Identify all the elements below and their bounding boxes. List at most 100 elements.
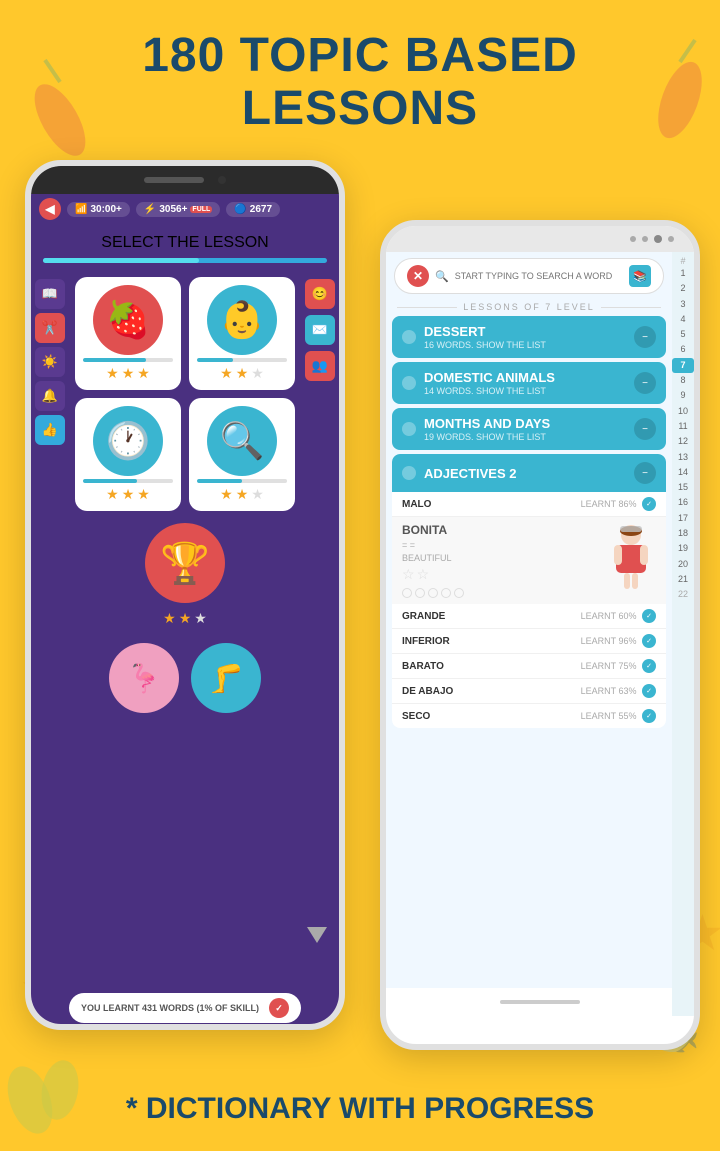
num-14[interactable]: 14 [678, 465, 688, 480]
grande-learnt: LEARNT 60% ✓ [581, 609, 656, 623]
adjectives-collapse-icon[interactable]: − [634, 462, 656, 484]
grande-circle: ✓ [642, 609, 656, 623]
num-7[interactable]: 7 [672, 358, 694, 373]
xp-value: 3056+ [159, 204, 187, 215]
lesson-item-strawberry[interactable]: 🍓 ★ ★ ★ [75, 277, 181, 390]
num-21[interactable]: 21 [678, 572, 688, 587]
lesson-dot-domestic [402, 376, 416, 390]
sidebar-scissors-icon[interactable]: ✂️ [35, 313, 65, 343]
b-circle-2 [415, 588, 425, 598]
star-4-1: ★ [220, 486, 233, 503]
lesson-item-baby[interactable]: 👶 ★ ★ ★ [189, 277, 295, 390]
phone-speaker [144, 177, 204, 183]
lesson-progress-4 [197, 479, 287, 483]
num-8[interactable]: 8 [680, 373, 685, 388]
sidebar-bell-icon[interactable]: 🔔 [35, 381, 65, 411]
sidebar-face-icon[interactable]: 😊 [305, 279, 335, 309]
bonita-expanded-row[interactable]: BONITA = = BEAUTIFUL ☆ ☆ [392, 517, 666, 604]
adjectives-header-left: ADJECTIVES 2 [402, 466, 516, 481]
domestic-collapse-icon[interactable]: − [634, 372, 656, 394]
word-malo: MALO [402, 499, 431, 510]
num-19[interactable]: 19 [678, 541, 688, 556]
num-hash: # [680, 256, 685, 266]
phone-right-inner: # 1 2 3 4 5 6 7 8 9 10 11 12 13 14 15 16… [386, 252, 694, 1016]
lesson-dot-adj [402, 466, 416, 480]
lesson-icon-baby: 👶 [207, 285, 277, 355]
b-star-1: ☆ [402, 566, 415, 583]
learnt-bar-container: YOU LEARNT 431 WORDS (1% OF SKILL) ✓ [69, 993, 301, 1023]
word-row-grande[interactable]: GRANDE LEARNT 60% ✓ [392, 604, 666, 629]
flamingo-icon[interactable]: 🦩 [109, 643, 179, 713]
search-bar[interactable]: ✕ 🔍 📚 [394, 258, 664, 294]
num-2[interactable]: 2 [680, 281, 685, 296]
dessert-collapse-icon[interactable]: − [634, 326, 656, 348]
seco-learnt: LEARNT 55% ✓ [581, 709, 656, 723]
learnt-bar: YOU LEARNT 431 WORDS (1% OF SKILL) ✓ [69, 993, 301, 1023]
bonita-meaning: BEAUTIFUL [402, 553, 464, 563]
phone-right-bottom [386, 988, 694, 1016]
star-2-1: ★ [220, 365, 233, 382]
deabajo-circle: ✓ [642, 684, 656, 698]
sidebar-sun-icon[interactable]: ☀️ [35, 347, 65, 377]
lesson-list: DESSERT 16 WORDS. SHOW THE LIST − DOMEST… [386, 316, 672, 988]
learnt-text: YOU LEARNT 431 WORDS (1% OF SKILL) [81, 1003, 259, 1013]
close-button[interactable]: ✕ [407, 265, 429, 287]
search-input[interactable] [455, 271, 623, 281]
num-11[interactable]: 11 [678, 419, 687, 434]
dessert-sub: 16 WORDS. SHOW THE LIST [424, 340, 546, 350]
left-sidebar: 📖 ✂️ ☀️ 🔔 👍 [31, 271, 69, 453]
phone-left-inner: 📖 ✂️ ☀️ 🔔 👍 😊 ✉️ 👥 🍓 ★ ★ ★ [31, 271, 339, 1030]
notch-dot-3 [668, 236, 674, 242]
lesson-item-search[interactable]: 🔍 ★ ★ ★ [189, 398, 295, 511]
num-20[interactable]: 20 [678, 557, 688, 572]
sidebar-book-icon[interactable]: 📖 [35, 279, 65, 309]
months-collapse-icon[interactable]: − [634, 418, 656, 440]
num-6[interactable]: 6 [680, 342, 685, 357]
star-2-2: ★ [236, 365, 249, 382]
star-4-2: ★ [236, 486, 249, 503]
num-16[interactable]: 16 [678, 495, 688, 510]
lesson-icon-trophy: 🏆 [145, 523, 225, 603]
num-18[interactable]: 18 [678, 526, 688, 541]
sidebar-group-icon[interactable]: 👥 [305, 351, 335, 381]
adjectives-header[interactable]: ADJECTIVES 2 − [392, 454, 666, 492]
lesson-row-months[interactable]: MONTHS AND DAYS 19 WORDS. SHOW THE LIST … [392, 408, 666, 450]
lesson-row-domestic[interactable]: DOMESTIC ANIMALS 14 WORDS. SHOW THE LIST… [392, 362, 666, 404]
stars-row-4: ★ ★ ★ [220, 486, 264, 503]
xp-label: FULL [190, 206, 212, 213]
word-row-malo[interactable]: MALO LEARNT 86% ✓ [392, 492, 666, 517]
phone-left: ◀ 📶 30:00+ ⚡ 3056+ FULL 🔵 2677 SELECT TH… [25, 160, 345, 1030]
status-bar: ◀ 📶 30:00+ ⚡ 3056+ FULL 🔵 2677 [31, 194, 339, 224]
triangle-down-icon [307, 927, 327, 943]
word-row-inferior[interactable]: INFERIOR LEARNT 96% ✓ [392, 629, 666, 654]
lesson-item-clock[interactable]: 🕐 ★ ★ ★ [75, 398, 181, 511]
notch-dot-2 [642, 236, 648, 242]
num-10[interactable]: 10 [678, 404, 688, 419]
num-3[interactable]: 3 [680, 297, 685, 312]
sidebar-thumbs-icon[interactable]: 👍 [35, 415, 65, 445]
lesson-item-trophy[interactable]: 🏆 ★ ★ ★ [75, 519, 295, 631]
num-4[interactable]: 4 [680, 312, 685, 327]
bonita-stars: ☆ ☆ [402, 566, 464, 583]
num-13[interactable]: 13 [678, 450, 688, 465]
num-5[interactable]: 5 [680, 327, 685, 342]
leg-icon[interactable]: 🦵 [191, 643, 261, 713]
sidebar-envelope-icon[interactable]: ✉️ [305, 315, 335, 345]
lightning-icon: ⚡ [144, 204, 156, 215]
num-15[interactable]: 15 [678, 480, 688, 495]
word-row-seco[interactable]: SECO LEARNT 55% ✓ [392, 704, 666, 728]
b-circle-5 [454, 588, 464, 598]
lesson-row-left-domestic: DOMESTIC ANIMALS 14 WORDS. SHOW THE LIST [402, 370, 555, 396]
word-row-barato[interactable]: BARATO LEARNT 75% ✓ [392, 654, 666, 679]
num-9[interactable]: 9 [680, 388, 685, 403]
word-deabajo: DE ABAJO [402, 686, 453, 697]
phone-right: # 1 2 3 4 5 6 7 8 9 10 11 12 13 14 15 16… [380, 220, 700, 1050]
word-row-deabajo[interactable]: DE ABAJO LEARNT 63% ✓ [392, 679, 666, 704]
num-12[interactable]: 12 [678, 434, 688, 449]
num-17[interactable]: 17 [678, 511, 688, 526]
book-icon[interactable]: 📚 [629, 265, 651, 287]
right-sidebar: 😊 ✉️ 👥 [301, 271, 339, 389]
back-button[interactable]: ◀ [39, 198, 61, 220]
num-1[interactable]: 1 [680, 266, 685, 281]
lesson-row-dessert[interactable]: DESSERT 16 WORDS. SHOW THE LIST − [392, 316, 666, 358]
